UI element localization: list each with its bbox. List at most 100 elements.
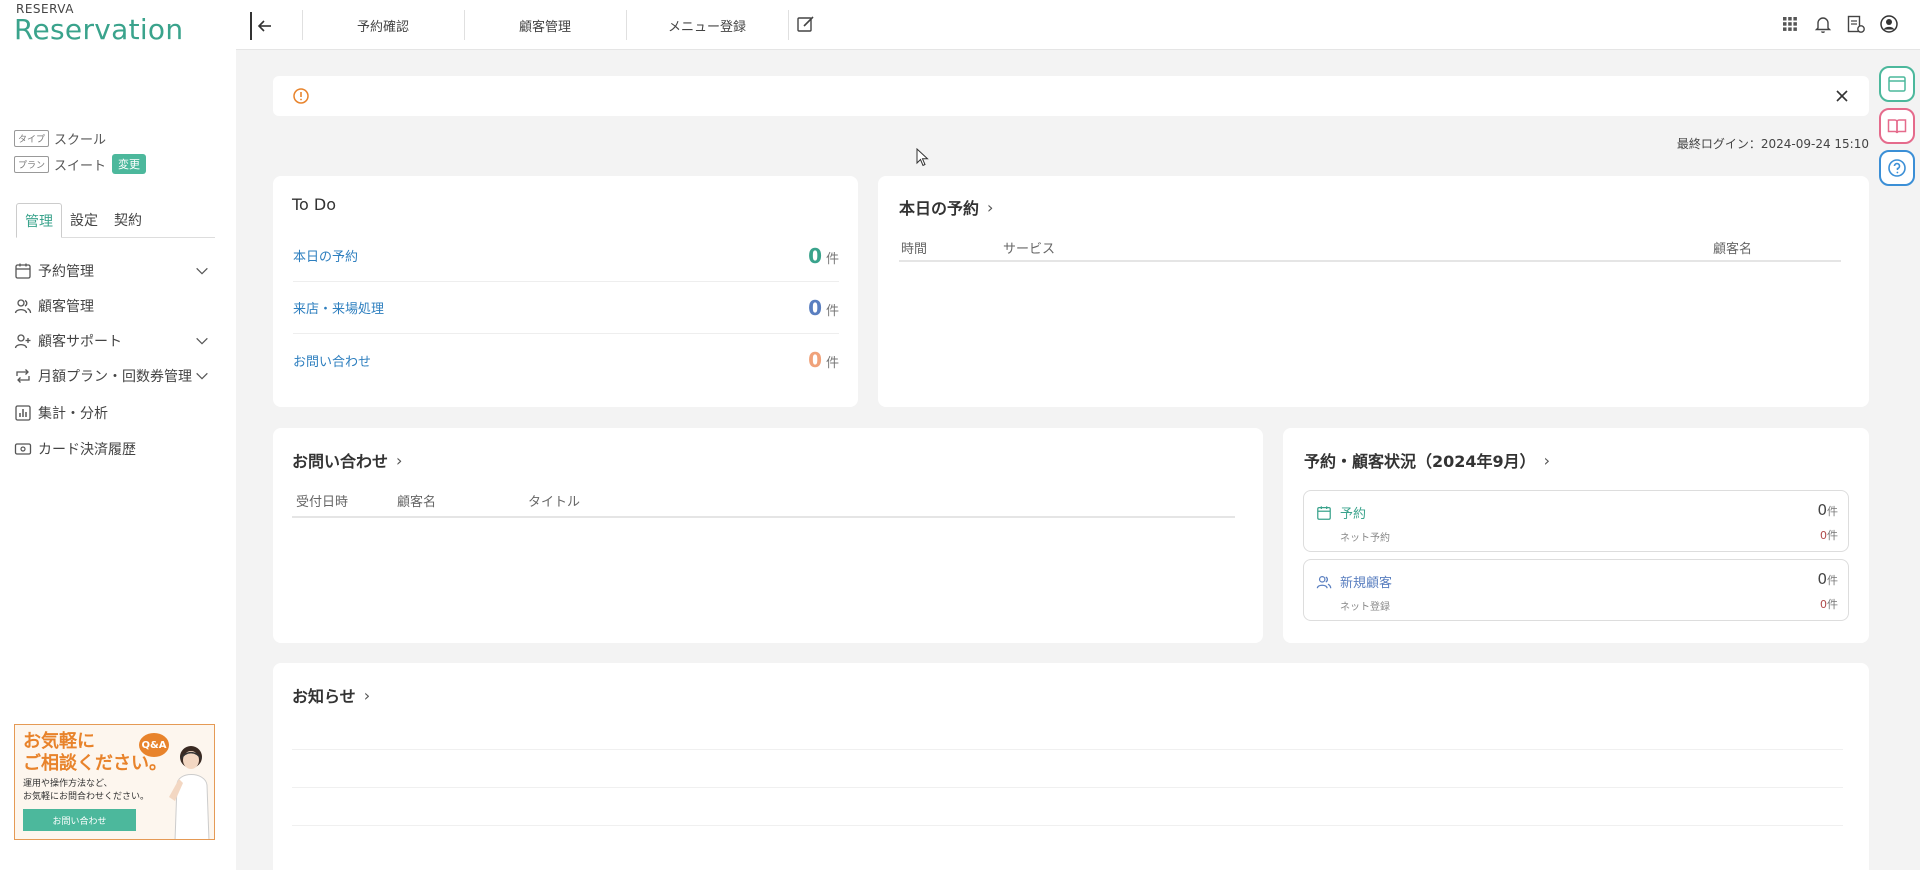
sidebar-item-plans[interactable]: 月額プラン・回数券管理 [14,364,216,388]
sidebar-item-label: 顧客サポート [38,334,122,350]
inquiry-title[interactable]: お問い合わせ › [292,448,402,472]
arrow-left-icon [257,20,271,32]
stat-value-number: 0 [1817,570,1827,588]
stat-sub-value: 0件 [1820,527,1838,543]
tab-contract[interactable]: 契約 [106,203,150,237]
sidebar-item-analytics[interactable]: 集計・分析 [14,401,216,425]
stat-reservations[interactable]: 予約 ネット予約 0件 0件 [1303,490,1849,552]
tab-settings[interactable]: 設定 [62,203,106,237]
todo-count: 0 [808,243,822,268]
table-header-divider [899,260,1841,262]
notice-divider [292,749,1843,750]
stat-sub: ネット予約 [1340,533,1390,544]
chevron-right-icon: › [987,197,994,217]
alert-bar [273,76,1869,116]
col-title: タイトル [528,495,581,510]
browser-window-icon [1888,76,1906,92]
manual-button[interactable] [1879,108,1915,144]
banner-desc-2: お気軽にお問合わせください。 [23,792,150,802]
stat-label-text: 予約 [1340,507,1367,522]
plan-tag: プラン [14,155,50,173]
header-link-reservation-check[interactable]: 予約確認 [302,0,464,50]
todo-row-inquiry[interactable]: お問い合わせ 0件 [293,334,839,386]
stat-sub-value: 0件 [1820,596,1838,612]
card-icon [14,443,32,455]
todo-count: 0 [808,348,822,372]
header-link-menu-registration[interactable]: メニュー登録 [626,0,788,50]
stat-sub: ネット登録 [1340,602,1390,613]
sidebar-item-label: 顧客管理 [38,299,94,315]
sidebar-item-support[interactable]: 顧客サポート [14,329,216,353]
change-plan-button[interactable]: 変更 [112,154,147,174]
mouse-cursor-icon [916,148,929,167]
col-customer: 顧客名 [397,495,437,510]
users-icon [14,299,32,314]
status-card: 予約・顧客状況（2024年9月） › 予約 ネット予約 0件 0件 新規顧客 ネッ… [1283,428,1869,643]
close-icon[interactable] [1835,89,1849,103]
chevron-down-icon [196,372,208,380]
today-reservations-title[interactable]: 本日の予約 › [899,195,993,219]
stat-new-customers[interactable]: 新規顧客 ネット登録 0件 0件 [1303,559,1849,621]
banner-desc-1: 運用や操作方法など、 [23,779,113,789]
sidebar-item-reservations[interactable]: 予約管理 [14,259,216,283]
operator-illustration [169,746,210,839]
tab-manage[interactable]: 管理 [16,203,62,238]
account-icon[interactable] [1879,14,1899,34]
stat-unit: 件 [1827,598,1838,611]
table-header-divider [292,516,1235,518]
notice-card: お知らせ › [273,663,1869,870]
calendar-icon [1317,505,1331,520]
sidebar-item-card-history[interactable]: カード決済履歴 [14,437,216,461]
sidebar-item-customers[interactable]: 顧客管理 [14,294,216,318]
todo-card: To Do 本日の予約 0件 来店・来場処理 0件 お問い合わせ 0件 [273,176,858,407]
store-settings-icon[interactable] [1846,14,1866,34]
todo-label: 本日の予約 [293,250,359,265]
todo-label: お問い合わせ [293,354,372,370]
status-title[interactable]: 予約・顧客状況（2024年9月） › [1304,448,1550,472]
stat-label-text: 新規顧客 [1340,576,1393,591]
stat-unit: 件 [1827,574,1838,587]
plan-row: プラン スイート 変更 [14,154,147,174]
collapse-sidebar-button[interactable] [250,12,278,40]
todo-count: 0 [808,295,822,320]
sidebar-item-label: 集計・分析 [38,406,108,422]
chevron-right-icon: › [363,685,371,705]
top-header: 予約確認 顧客管理 メニュー登録 [236,0,1920,50]
stat-unit: 件 [1827,529,1838,542]
edit-icon[interactable] [796,14,816,34]
type-value: スクール [54,133,107,148]
apps-grid-icon[interactable] [1780,14,1800,34]
repeat-icon [16,369,30,383]
calendar-icon [15,263,31,279]
col-time: 時間 [901,242,928,257]
help-support-icon [1888,159,1906,177]
help-button[interactable] [1879,150,1915,186]
chevron-down-icon [196,267,208,275]
bell-icon[interactable] [1813,14,1833,34]
sidebar-item-label: 予約管理 [38,264,94,280]
todo-unit: 件 [825,356,839,371]
card-title-text: 本日の予約 [899,199,980,218]
notice-title[interactable]: お知らせ › [292,683,370,707]
stat-sub-value-number: 0 [1820,598,1827,611]
book-icon [1887,119,1907,134]
brand-logo[interactable]: Reservation [14,13,183,46]
todo-label: 来店・来場処理 [293,302,385,317]
bar-chart-icon [15,405,31,421]
card-title-text: 予約・顧客状況（2024年9月） [1304,452,1536,471]
stat-label: 予約 [1316,503,1366,522]
sidebar: RESERVA Reservation タイプ スクール プラン スイート 変更… [0,0,236,870]
type-tag: タイプ [14,130,50,147]
chevron-right-icon: › [396,450,403,470]
banner-contact-button[interactable]: お問い合わせ [23,809,136,831]
contact-banner[interactable]: お気軽に ご相談ください。 Q&A 運用や操作方法など、 お気軽にお問合わせくだ… [14,724,215,840]
card-title-text: お問い合わせ [292,452,389,471]
banner-line-2: ご相談ください。 [23,753,167,774]
user-plus-icon [14,334,31,349]
browser-view-button[interactable] [1879,66,1915,102]
type-row: タイプ スクール [14,129,106,148]
header-link-customer-management[interactable]: 顧客管理 [464,0,626,50]
stat-value: 0件 [1817,570,1838,588]
todo-row-visit[interactable]: 来店・来場処理 0件 [293,282,839,334]
todo-row-today[interactable]: 本日の予約 0件 [293,230,839,282]
